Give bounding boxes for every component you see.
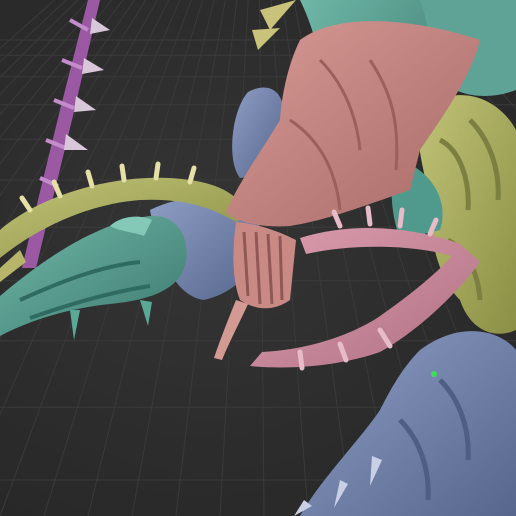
selection-point-marker[interactable] [431, 371, 437, 377]
3d-viewport[interactable] [0, 0, 516, 516]
sculpt-scene[interactable] [0, 0, 516, 516]
